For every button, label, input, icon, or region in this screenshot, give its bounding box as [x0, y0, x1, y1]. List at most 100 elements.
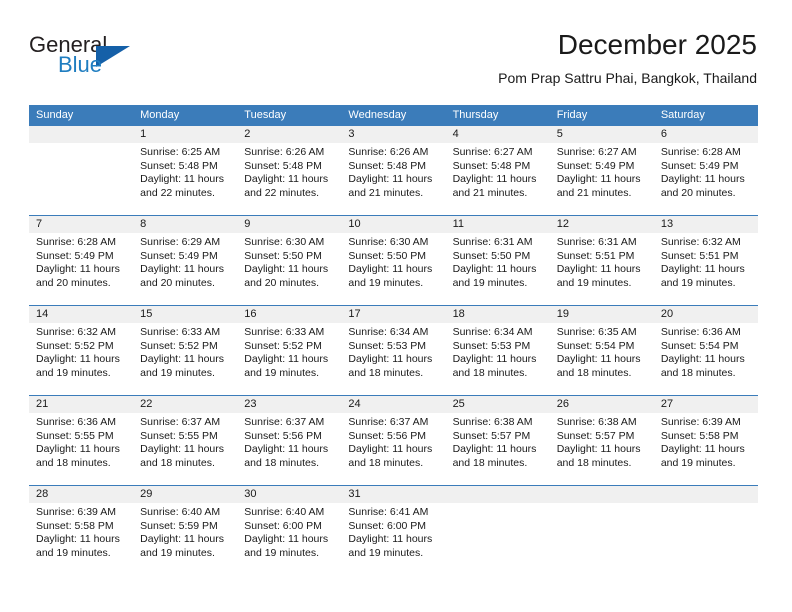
sunrise-time: Sunrise: 6:31 AM: [556, 236, 637, 248]
sunset-time: Sunset: 5:50 PM: [452, 249, 531, 262]
day-number: 13: [653, 216, 758, 233]
calendar-day-cell[interactable]: 17 Sunrise: 6:34 AM Sunset: 5:53 PM Dayligh…: [341, 306, 446, 395]
daylight-duration-line1: Daylight: 11 hours: [36, 533, 120, 546]
day-sun-info: Sunrise: 6:29 AM Sunset: 5:49 PM Daylight:…: [133, 233, 237, 290]
sunrise-time: Sunrise: 6:27 AM: [556, 146, 637, 158]
day-number: 12: [549, 216, 654, 233]
calendar-day-cell[interactable]: 30 Sunrise: 6:40 AM Sunset: 6:00 PM Dayligh…: [237, 486, 342, 575]
sunset-time: Sunset: 5:58 PM: [36, 519, 114, 532]
day-number: 20: [653, 306, 758, 323]
calendar-day-cell[interactable]: 31 Sunrise: 6:41 AM Sunset: 6:00 PM Dayligh…: [341, 486, 446, 575]
calendar-day-cell[interactable]: 6 Sunrise: 6:28 AM Sunset: 5:49 PM Daylight…: [653, 126, 758, 215]
daylight-duration-line1: Daylight: 11 hours: [244, 533, 329, 546]
sunset-time: Sunset: 5:48 PM: [348, 159, 427, 172]
calendar-day-cell[interactable]: 23 Sunrise: 6:37 AM Sunset: 5:56 PM Dayligh…: [237, 396, 342, 485]
calendar-day-cell[interactable]: 2 Sunrise: 6:26 AM Sunset: 5:48 PM Daylight…: [237, 126, 342, 215]
calendar-day-cell[interactable]: 9 Sunrise: 6:30 AM Sunset: 5:50 PM Daylight…: [237, 216, 342, 305]
day-sun-info: Sunrise: 6:30 AM Sunset: 5:50 PM Daylight:…: [237, 233, 341, 290]
calendar-day-cell[interactable]: 24 Sunrise: 6:37 AM Sunset: 5:56 PM Dayligh…: [341, 396, 446, 485]
sunrise-time: Sunrise: 6:26 AM: [348, 146, 429, 158]
calendar-day-cell[interactable]: 18 Sunrise: 6:34 AM Sunset: 5:53 PM Dayligh…: [445, 306, 550, 395]
daylight-duration-line2: and 18 minutes.: [452, 456, 528, 469]
calendar-day-cell[interactable]: 12 Sunrise: 6:31 AM Sunset: 5:51 PM Dayligh…: [549, 216, 654, 305]
day-sun-info: Sunrise: 6:37 AM Sunset: 5:55 PM Daylight:…: [133, 413, 237, 470]
calendar-day-cell[interactable]: 26 Sunrise: 6:38 AM Sunset: 5:57 PM Dayligh…: [549, 396, 654, 485]
day-sun-info: Sunrise: 6:30 AM Sunset: 5:50 PM Daylight:…: [341, 233, 445, 290]
calendar-day-cell-empty: [445, 486, 550, 575]
daylight-duration-line2: and 18 minutes.: [36, 456, 111, 469]
calendar-day-cell[interactable]: 16 Sunrise: 6:33 AM Sunset: 5:52 PM Dayligh…: [237, 306, 342, 395]
daylight-duration-line1: Daylight: 11 hours: [348, 353, 433, 366]
daylight-duration-line2: and 19 minutes.: [244, 366, 319, 379]
sunset-time: Sunset: 5:59 PM: [140, 519, 218, 532]
sunrise-time: Sunrise: 6:39 AM: [660, 416, 741, 428]
calendar-week-row: 1 Sunrise: 6:25 AM Sunset: 5:48 PM Daylight…: [29, 126, 758, 215]
daylight-duration-line2: and 19 minutes.: [36, 546, 111, 559]
sunrise-time: Sunrise: 6:32 AM: [36, 326, 116, 338]
calendar-day-cell[interactable]: 13 Sunrise: 6:32 AM Sunset: 5:51 PM Dayligh…: [653, 216, 758, 305]
daylight-duration-line1: Daylight: 11 hours: [452, 443, 537, 456]
sunrise-time: Sunrise: 6:34 AM: [452, 326, 533, 338]
day-number: 4: [445, 126, 550, 143]
calendar-day-cell[interactable]: 11 Sunrise: 6:31 AM Sunset: 5:50 PM Dayligh…: [445, 216, 550, 305]
sunset-time: Sunset: 5:55 PM: [36, 429, 114, 442]
day-sun-info: Sunrise: 6:40 AM Sunset: 6:00 PM Daylight:…: [237, 503, 341, 560]
day-number: 14: [29, 306, 134, 323]
calendar-day-cell[interactable]: 14 Sunrise: 6:32 AM Sunset: 5:52 PM Dayligh…: [29, 306, 134, 395]
day-sun-info: Sunrise: 6:36 AM Sunset: 5:55 PM Daylight:…: [29, 413, 133, 470]
calendar-day-cell[interactable]: 10 Sunrise: 6:30 AM Sunset: 5:50 PM Dayligh…: [341, 216, 446, 305]
sunset-time: Sunset: 5:48 PM: [452, 159, 531, 172]
general-blue-logo[interactable]: General Blue: [29, 32, 149, 86]
calendar-day-cell[interactable]: 1 Sunrise: 6:25 AM Sunset: 5:48 PM Daylight…: [133, 126, 238, 215]
calendar-week-row: 14 Sunrise: 6:32 AM Sunset: 5:52 PM Dayligh…: [29, 305, 758, 395]
sunset-time: Sunset: 6:00 PM: [348, 519, 427, 532]
sunset-time: Sunset: 5:49 PM: [140, 249, 218, 262]
day-number: 17: [341, 306, 446, 323]
calendar-day-cell[interactable]: 22 Sunrise: 6:37 AM Sunset: 5:55 PM Dayligh…: [133, 396, 238, 485]
calendar-day-cell[interactable]: 8 Sunrise: 6:29 AM Sunset: 5:49 PM Daylight…: [133, 216, 238, 305]
sunset-time: Sunset: 5:57 PM: [452, 429, 531, 442]
dow-header-thursday: Thursday: [452, 109, 499, 121]
daylight-duration-line1: Daylight: 11 hours: [36, 353, 120, 366]
calendar-day-cell[interactable]: 3 Sunrise: 6:26 AM Sunset: 5:48 PM Daylight…: [341, 126, 446, 215]
sunrise-time: Sunrise: 6:37 AM: [140, 416, 221, 428]
day-number: 27: [653, 396, 758, 413]
daylight-duration-line2: and 19 minutes.: [348, 276, 424, 289]
day-number: 30: [237, 486, 342, 503]
calendar-weeks: 1 Sunrise: 6:25 AM Sunset: 5:48 PM Daylight…: [29, 126, 758, 575]
calendar-day-cell[interactable]: 28 Sunrise: 6:39 AM Sunset: 5:58 PM Dayligh…: [29, 486, 134, 575]
calendar-day-cell[interactable]: 29 Sunrise: 6:40 AM Sunset: 5:59 PM Dayligh…: [133, 486, 238, 575]
calendar-grid: Sunday Monday Tuesday Wednesday Thursday…: [29, 105, 758, 575]
calendar-day-cell[interactable]: 7 Sunrise: 6:28 AM Sunset: 5:49 PM Daylight…: [29, 216, 134, 305]
daylight-duration-line2: and 18 minutes.: [556, 456, 632, 469]
calendar-day-cell[interactable]: 20 Sunrise: 6:36 AM Sunset: 5:54 PM Dayligh…: [653, 306, 758, 395]
calendar-day-cell[interactable]: 27 Sunrise: 6:39 AM Sunset: 5:58 PM Dayligh…: [653, 396, 758, 485]
calendar-day-cell[interactable]: 5 Sunrise: 6:27 AM Sunset: 5:49 PM Daylight…: [549, 126, 654, 215]
daylight-duration-line2: and 19 minutes.: [36, 366, 111, 379]
daylight-duration-line2: and 18 minutes.: [244, 456, 319, 469]
calendar-day-cell[interactable]: 25 Sunrise: 6:38 AM Sunset: 5:57 PM Dayligh…: [445, 396, 550, 485]
day-sun-info: Sunrise: 6:34 AM Sunset: 5:53 PM Daylight:…: [446, 323, 550, 380]
daylight-duration-line2: and 21 minutes.: [556, 186, 632, 199]
sunrise-time: Sunrise: 6:40 AM: [244, 506, 325, 518]
day-sun-info: Sunrise: 6:26 AM Sunset: 5:48 PM Daylight:…: [341, 143, 445, 200]
daylight-duration-line1: Daylight: 11 hours: [140, 533, 224, 546]
sunset-time: Sunset: 5:49 PM: [36, 249, 114, 262]
calendar-day-cell[interactable]: 19 Sunrise: 6:35 AM Sunset: 5:54 PM Dayligh…: [549, 306, 654, 395]
calendar-day-cell[interactable]: 4 Sunrise: 6:27 AM Sunset: 5:48 PM Daylight…: [445, 126, 550, 215]
day-number: 8: [133, 216, 238, 233]
day-sun-info: Sunrise: 6:39 AM Sunset: 5:58 PM Daylight:…: [654, 413, 758, 470]
day-number: 29: [133, 486, 238, 503]
daylight-duration-line2: and 19 minutes.: [244, 546, 319, 559]
sunrise-time: Sunrise: 6:36 AM: [36, 416, 116, 428]
sunset-time: Sunset: 5:50 PM: [348, 249, 427, 262]
daylight-duration-line1: Daylight: 11 hours: [140, 443, 224, 456]
daylight-duration-line1: Daylight: 11 hours: [556, 263, 641, 276]
sunset-time: Sunset: 5:56 PM: [244, 429, 322, 442]
calendar-day-cell[interactable]: 15 Sunrise: 6:33 AM Sunset: 5:52 PM Dayligh…: [133, 306, 238, 395]
sunset-time: Sunset: 5:57 PM: [556, 429, 635, 442]
calendar-day-cell[interactable]: 21 Sunrise: 6:36 AM Sunset: 5:55 PM Dayligh…: [29, 396, 134, 485]
day-number: 15: [133, 306, 238, 323]
dow-header-tuesday: Tuesday: [244, 109, 287, 121]
daylight-duration-line1: Daylight: 11 hours: [452, 263, 537, 276]
